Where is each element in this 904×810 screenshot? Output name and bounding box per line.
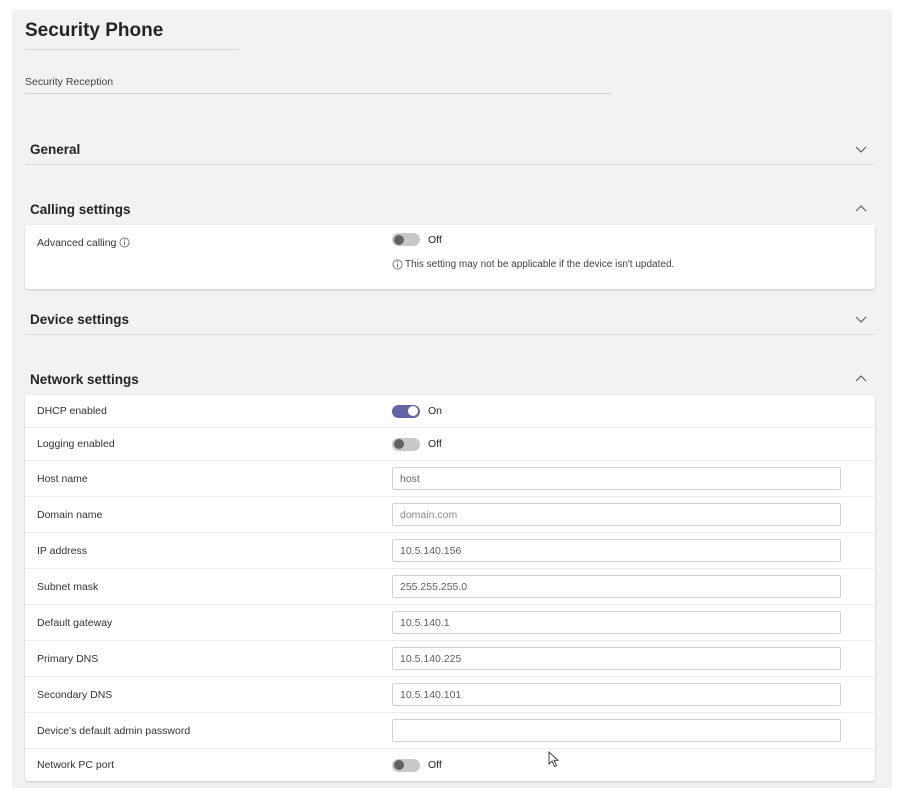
- logging-label: Logging enabled: [37, 428, 115, 460]
- pc-port-state: Off: [428, 759, 442, 771]
- chevron-down-icon[interactable]: [853, 141, 869, 157]
- toggle-knob: [408, 406, 418, 416]
- section-network-header[interactable]: Network settings: [25, 364, 875, 394]
- primary-dns-label: Primary DNS: [37, 641, 98, 676]
- primary-dns-input[interactable]: 10.5.140.225: [392, 647, 841, 670]
- setting-row: DHCP enabled On: [25, 395, 875, 428]
- setting-row: Default gateway 10.5.140.1: [25, 605, 875, 641]
- calling-settings-card: Advanced calling Off This setting may no…: [25, 225, 875, 289]
- chevron-up-icon[interactable]: [853, 201, 869, 217]
- mouse-cursor-icon: [548, 751, 560, 768]
- network-settings-card: DHCP enabled On Logging enabled Off Host…: [25, 395, 875, 781]
- section-calling-header[interactable]: Calling settings: [25, 194, 875, 224]
- setting-row: Subnet mask 255.255.255.0: [25, 569, 875, 605]
- pc-port-label: Network PC port: [37, 749, 114, 781]
- setting-row: Primary DNS 10.5.140.225: [25, 641, 875, 677]
- info-icon: [392, 259, 403, 270]
- dhcp-toggle[interactable]: [392, 405, 420, 418]
- domain-name-input[interactable]: domain.com: [392, 503, 841, 526]
- host-name-input[interactable]: host: [392, 467, 841, 490]
- section-general-title: General: [25, 142, 80, 157]
- domain-name-label: Domain name: [37, 497, 102, 532]
- toggle-knob: [394, 235, 404, 245]
- toggle-knob: [394, 760, 404, 770]
- advanced-calling-label-wrap: Advanced calling: [37, 225, 130, 260]
- section-network-title: Network settings: [25, 372, 139, 387]
- logging-state: Off: [428, 438, 442, 450]
- device-description[interactable]: Security Reception: [25, 76, 611, 94]
- dhcp-toggle-wrap: On: [392, 395, 442, 427]
- default-gateway-input[interactable]: 10.5.140.1: [392, 611, 841, 634]
- setting-row: Secondary DNS 10.5.140.101: [25, 677, 875, 713]
- default-gateway-label: Default gateway: [37, 605, 112, 640]
- logging-toggle-wrap: Off: [392, 428, 442, 460]
- advanced-calling-label: Advanced calling: [37, 237, 116, 249]
- toggle-knob: [394, 439, 404, 449]
- pc-port-toggle-wrap: Off: [392, 749, 442, 781]
- dhcp-state: On: [428, 405, 442, 417]
- setting-row: IP address 10.5.140.156: [25, 533, 875, 569]
- advanced-calling-toggle[interactable]: [392, 233, 420, 246]
- subnet-mask-label: Subnet mask: [37, 569, 98, 604]
- setting-row: Domain name domain.com: [25, 497, 875, 533]
- info-icon[interactable]: [119, 237, 130, 248]
- settings-panel: Security Phone Security Reception Genera…: [12, 10, 892, 788]
- section-device-header[interactable]: Device settings: [25, 304, 875, 335]
- section-calling-title: Calling settings: [25, 202, 131, 217]
- ip-address-input[interactable]: 10.5.140.156: [392, 539, 841, 562]
- logging-toggle[interactable]: [392, 438, 420, 451]
- setting-row: Logging enabled Off: [25, 428, 875, 461]
- setting-row: Network PC port Off: [25, 749, 875, 781]
- section-device-title: Device settings: [25, 312, 129, 327]
- section-general-header[interactable]: General: [25, 134, 875, 165]
- setting-row: Host name host: [25, 461, 875, 497]
- secondary-dns-label: Secondary DNS: [37, 677, 112, 712]
- ip-address-label: IP address: [37, 533, 87, 568]
- host-name-label: Host name: [37, 461, 88, 496]
- advanced-calling-note-text: This setting may not be applicable if th…: [405, 259, 674, 270]
- advanced-calling-note: This setting may not be applicable if th…: [392, 259, 674, 270]
- dhcp-label: DHCP enabled: [37, 395, 107, 427]
- subnet-mask-input[interactable]: 255.255.255.0: [392, 575, 841, 598]
- advanced-calling-toggle-wrap: Off: [392, 225, 442, 254]
- chevron-up-icon[interactable]: [853, 371, 869, 387]
- setting-row: Advanced calling Off This setting may no…: [25, 225, 875, 289]
- admin-password-input[interactable]: [392, 719, 841, 742]
- page-title: Security Phone: [25, 20, 239, 50]
- setting-row: Device's default admin password: [25, 713, 875, 749]
- pc-port-toggle[interactable]: [392, 759, 420, 772]
- secondary-dns-input[interactable]: 10.5.140.101: [392, 683, 841, 706]
- advanced-calling-state: Off: [428, 234, 442, 246]
- chevron-down-icon[interactable]: [853, 311, 869, 327]
- admin-password-label: Device's default admin password: [37, 713, 190, 748]
